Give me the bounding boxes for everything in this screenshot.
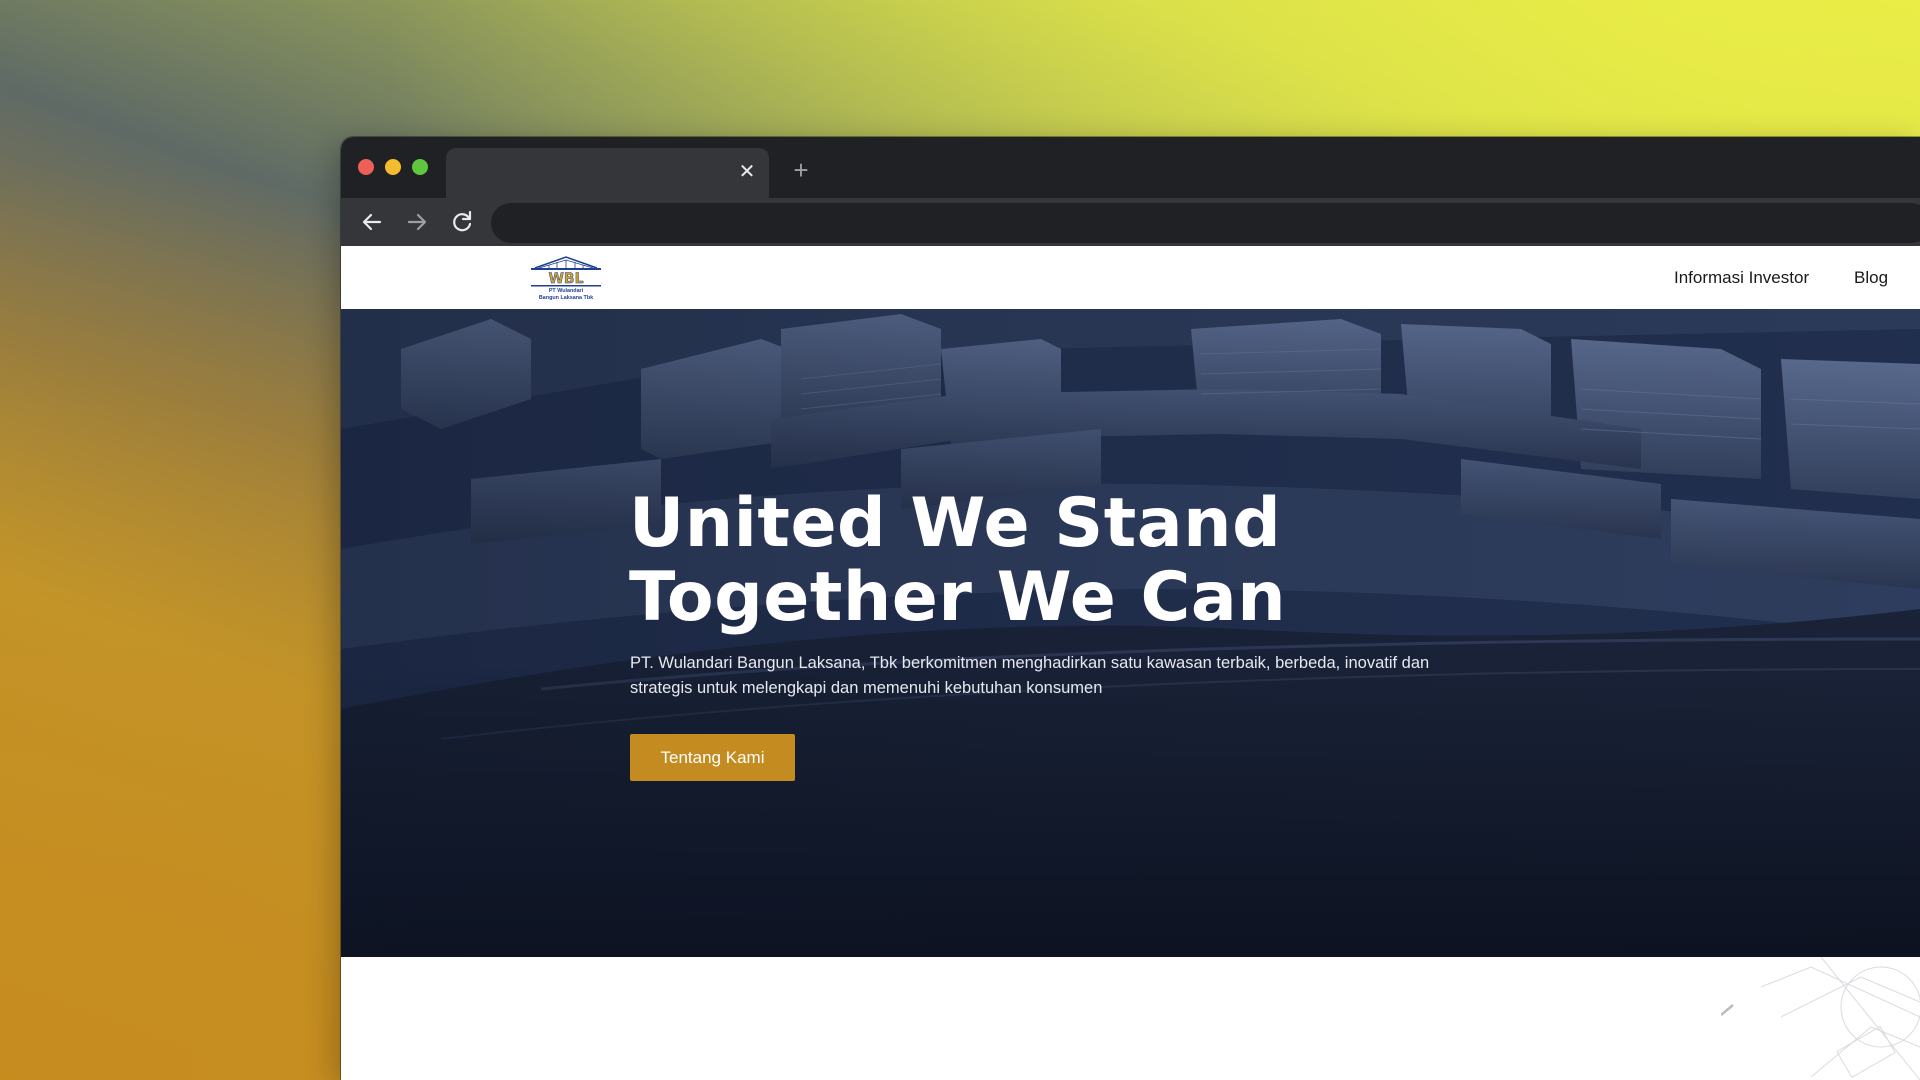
arrow-right-icon[interactable]	[403, 208, 431, 236]
reload-icon[interactable]	[448, 208, 476, 236]
nav-link-blog[interactable]: Blog	[1854, 266, 1888, 290]
content-section	[341, 957, 1920, 1080]
browser-tab[interactable]: ✕	[446, 148, 769, 198]
window-zoom-button[interactable]	[412, 159, 428, 175]
hero-title: United We Stand Together We Can	[629, 487, 1529, 635]
site-header: WBL PT Wulandari Bangun Laksana Tbk Info…	[341, 246, 1920, 309]
blueprint-decoration	[1721, 957, 1920, 1080]
logo-line2: Bangun Laksana Tbk	[539, 295, 593, 301]
logo-line1: PT Wulandari	[549, 288, 584, 294]
page-viewport: WBL PT Wulandari Bangun Laksana Tbk Info…	[341, 246, 1920, 1080]
address-bar[interactable]	[491, 203, 1920, 243]
browser-titlebar: ✕ +	[341, 137, 1920, 198]
hero-section: United We Stand Together We Can PT. Wula…	[341, 309, 1920, 957]
nav-link-investor[interactable]: Informasi Investor	[1674, 266, 1809, 290]
browser-window: ✕ + WBL PT Wulandari Bangun Laksana Tbk …	[341, 137, 1920, 1080]
browser-toolbar	[341, 198, 1920, 246]
hero-title-line2: Together We Can	[629, 558, 1287, 637]
hero-description: PT. Wulandari Bangun Laksana, Tbk berkom…	[630, 654, 1430, 697]
logo-mark: WBL	[548, 271, 583, 287]
window-minimize-button[interactable]	[385, 159, 401, 175]
plus-icon[interactable]: +	[788, 157, 814, 183]
window-close-button[interactable]	[358, 159, 374, 175]
company-logo[interactable]: WBL PT Wulandari Bangun Laksana Tbk	[527, 254, 605, 302]
arrow-left-icon[interactable]	[358, 208, 386, 236]
about-us-button[interactable]: Tentang Kami	[630, 734, 795, 781]
close-icon[interactable]: ✕	[735, 160, 759, 184]
hero-title-line1: United We Stand	[629, 484, 1282, 563]
